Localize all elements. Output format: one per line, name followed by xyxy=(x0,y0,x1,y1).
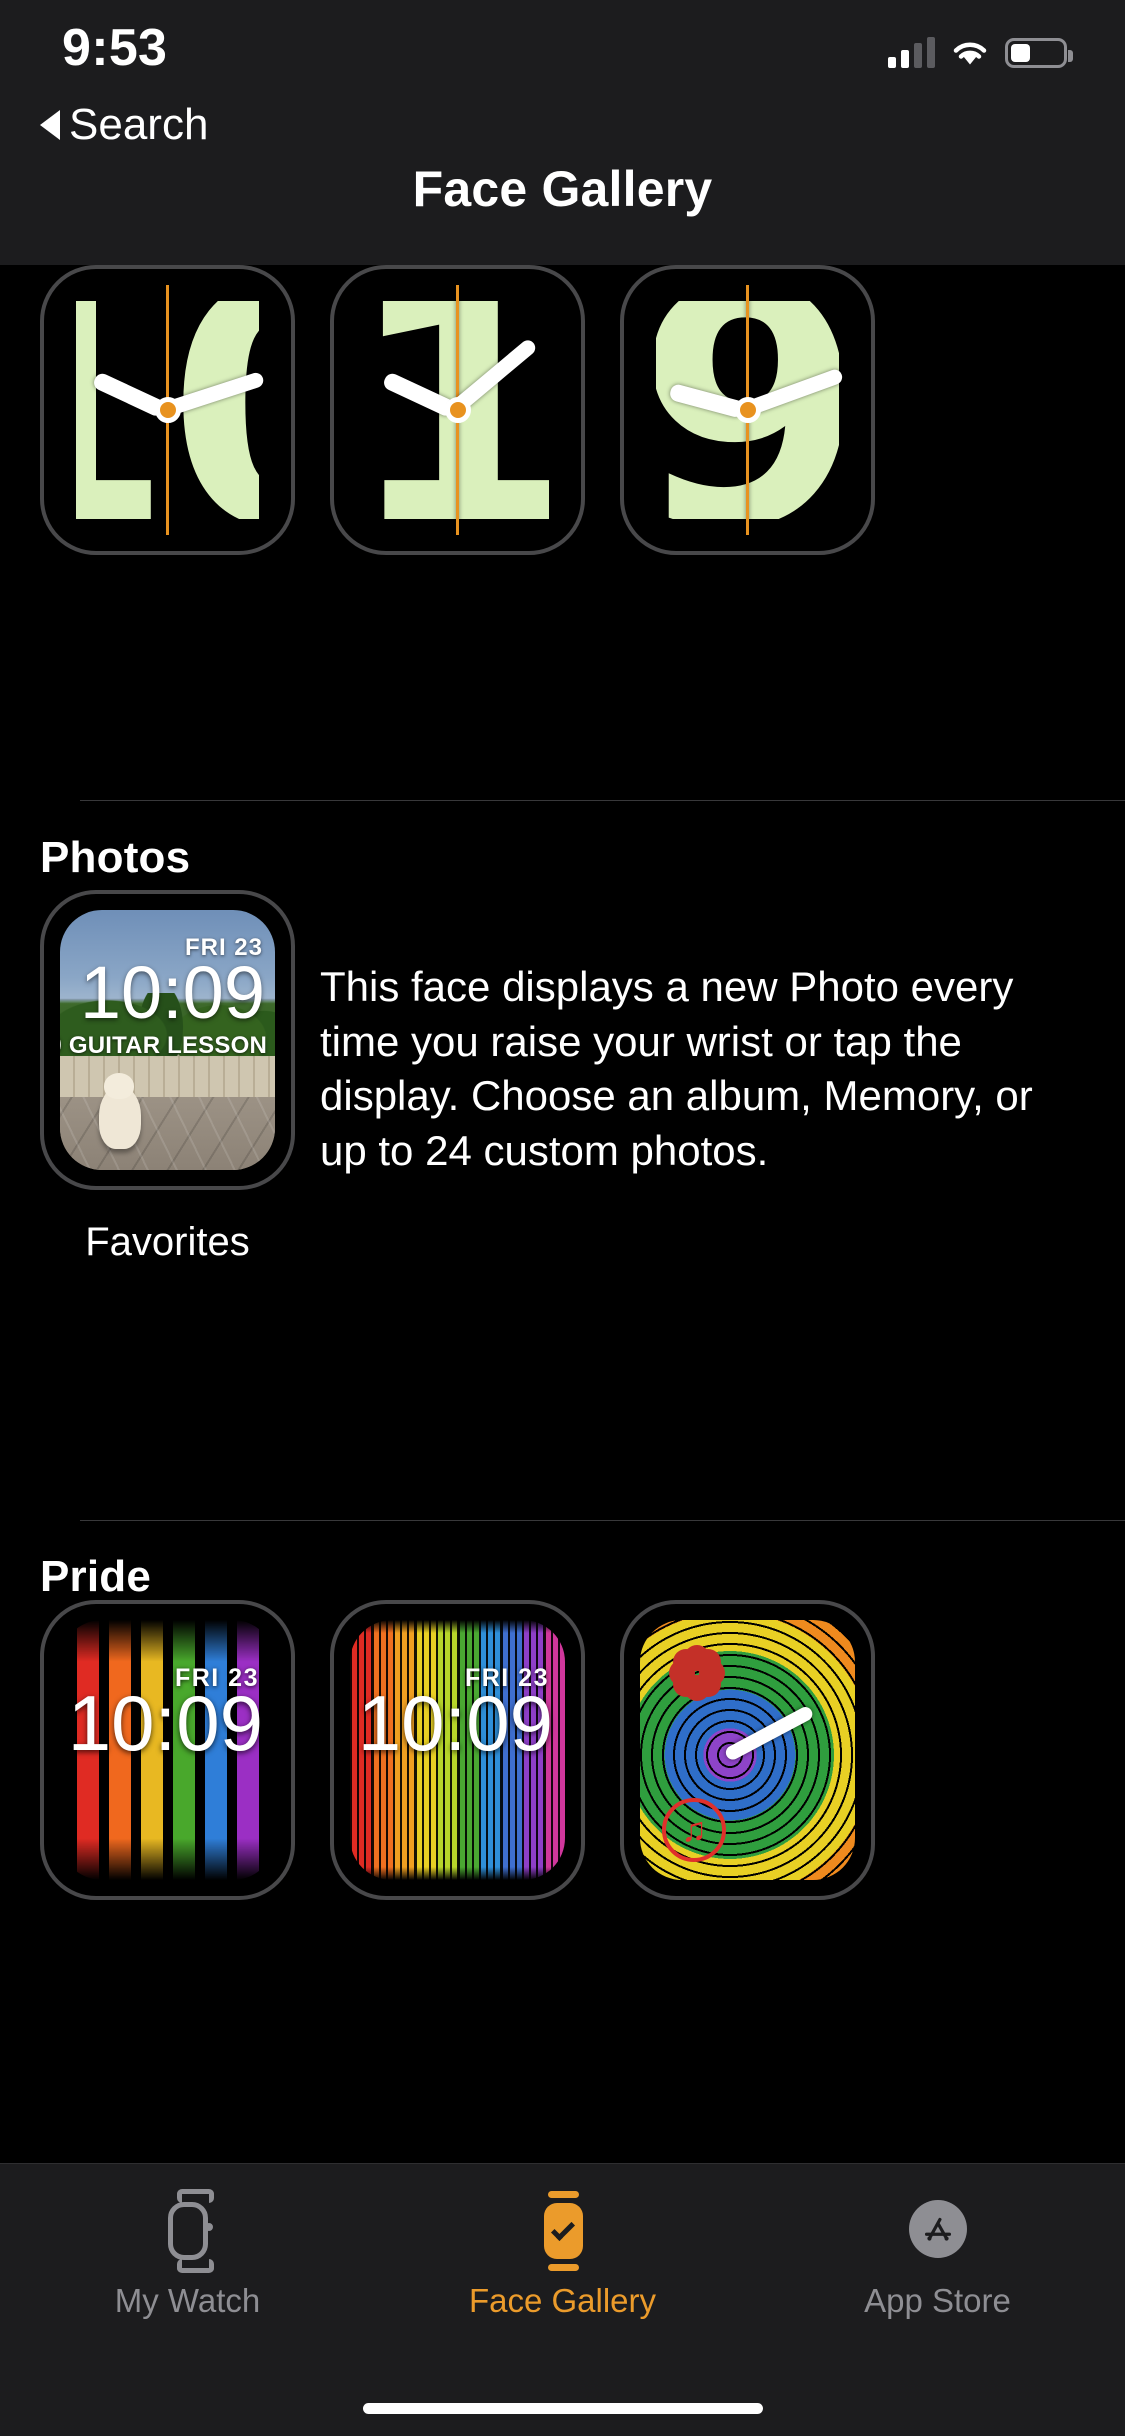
back-button[interactable]: Search xyxy=(40,100,208,150)
watch-face-numerals-9[interactable]: 9 xyxy=(620,265,875,555)
tab-my-watch-label: My Watch xyxy=(114,2282,261,2319)
watch-screen: 9 xyxy=(640,285,855,535)
pride-face-row[interactable]: FRI 23 10:09 FRI 23 10:09 ♫ xyxy=(0,1600,1125,1910)
tab-app-store[interactable]: App Store xyxy=(750,2192,1125,2320)
wifi-icon xyxy=(951,38,989,68)
tab-bar: My Watch Face Gallery App Store xyxy=(0,2163,1125,2436)
hand-pivot xyxy=(444,397,471,423)
numerals-face-row[interactable]: 10 1 xyxy=(0,265,1125,565)
photos-face-caption: Favorites xyxy=(85,1220,250,1264)
photo-stone-wall xyxy=(60,1055,275,1098)
photos-section-title: Photos xyxy=(40,833,191,882)
watch-check-icon xyxy=(524,2191,602,2271)
pride-face-time: 10:09 xyxy=(67,1679,263,1767)
photo-face-complication: 4:30 GUITAR LESSON xyxy=(60,1032,267,1059)
battery-icon xyxy=(1005,38,1073,68)
photo-dog xyxy=(98,1073,141,1150)
watch-face-pride-threads[interactable]: FRI 23 10:09 xyxy=(330,1600,585,1900)
watch-face-pride-radial[interactable]: ♫ xyxy=(620,1600,875,1900)
watch-face-numerals-1[interactable]: 1 xyxy=(330,265,585,555)
status-bar-indicators xyxy=(888,37,1073,68)
face-gallery-scroll[interactable]: 10 1 xyxy=(0,265,1125,2163)
watch-screen: ♫ xyxy=(640,1620,855,1880)
watch-face-numerals-10[interactable]: 10 xyxy=(40,265,295,555)
watch-screen: FRI 23 10:09 xyxy=(60,1620,275,1880)
hand-pivot xyxy=(734,397,761,423)
watch-outline-icon xyxy=(149,2189,227,2273)
chevron-left-icon xyxy=(40,110,60,140)
tab-face-gallery-label: Face Gallery xyxy=(468,2282,657,2319)
section-divider xyxy=(80,800,1125,801)
app-store-icon xyxy=(899,2192,977,2270)
watch-face-photos[interactable]: FRI 23 10:09 4:30 GUITAR LESSON xyxy=(40,890,295,1190)
section-divider xyxy=(80,1520,1125,1521)
photo-face-time: 10:09 xyxy=(79,951,265,1034)
phone-screen: 9:53 Search Face Gallery Photos FRI 23 1… xyxy=(0,0,1125,2436)
status-bar-time: 9:53 xyxy=(62,19,168,77)
watch-screen: FRI 23 10:09 xyxy=(350,1620,565,1880)
pride-section-title: Pride xyxy=(40,1552,152,1601)
cellular-bars-icon xyxy=(888,37,935,68)
photo-ground xyxy=(60,1097,275,1170)
tab-app-store-label: App Store xyxy=(864,2282,1011,2319)
flower-icon[interactable] xyxy=(666,1642,728,1704)
watch-screen: 10 xyxy=(60,285,275,535)
battery-level-fill xyxy=(1011,44,1030,62)
home-indicator[interactable] xyxy=(362,2403,763,2414)
navigation-bar: 9:53 Search Face Gallery xyxy=(0,0,1125,265)
tab-my-watch[interactable]: My Watch xyxy=(0,2189,375,2320)
watch-face-pride-stripes[interactable]: FRI 23 10:09 xyxy=(40,1600,295,1900)
page-title: Face Gallery xyxy=(412,161,713,217)
music-note-icon[interactable]: ♫ xyxy=(662,1798,726,1862)
back-button-label: Search xyxy=(69,100,209,149)
hand-pivot xyxy=(154,397,181,423)
photos-description: This face displays a new Photo every tim… xyxy=(320,963,1033,1174)
watch-screen: FRI 23 10:09 4:30 GUITAR LESSON xyxy=(60,910,275,1170)
tab-face-gallery[interactable]: Face Gallery xyxy=(375,2191,750,2320)
pride-face-time: 10:09 xyxy=(357,1679,553,1767)
watch-screen: 1 xyxy=(350,285,565,535)
